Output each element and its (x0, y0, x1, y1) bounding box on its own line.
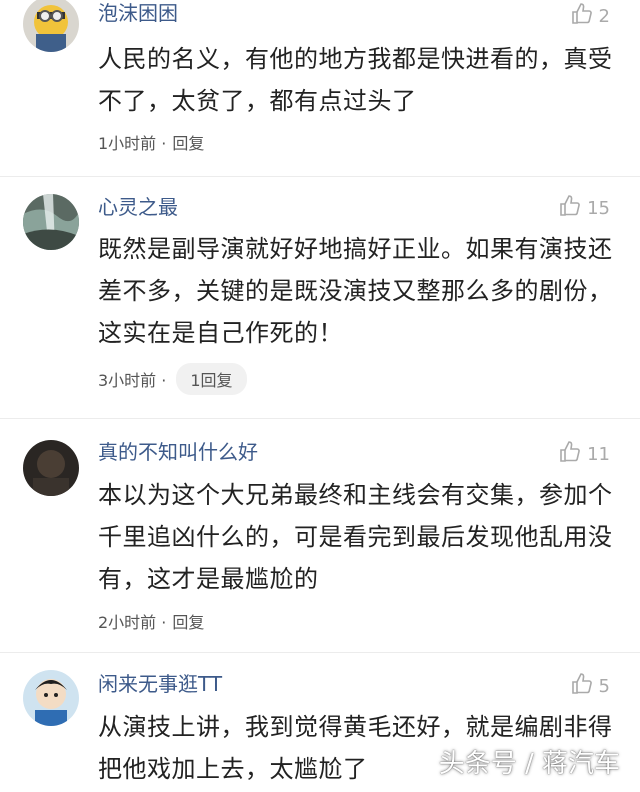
like-button[interactable]: 5 (570, 672, 610, 701)
comment-text: 本以为这个大兄弟最终和主线会有交集，参加个千里追凶什么的，可是看完到最后发现他乱… (98, 481, 613, 593)
like-count: 5 (598, 676, 610, 697)
reply-count-button[interactable]: 1回复 (176, 363, 247, 395)
comment-text: 人民的名义，有他的地方我都是快进看的，真受不了，太贫了，都有点过头了 (98, 45, 613, 115)
thumbs-up-icon (570, 672, 594, 701)
like-count: 11 (587, 444, 610, 465)
comment-meta: 1小时前 · 回复 (98, 127, 204, 157)
comment-time: 3小时前 · (98, 371, 167, 390)
comment-username[interactable]: 心灵之最 (98, 194, 178, 220)
watermark: 头条号 / 蒋汽车 (438, 749, 620, 779)
like-count: 2 (598, 6, 610, 27)
comment-username[interactable]: 真的不知叫什么好 (98, 439, 258, 465)
thumbs-up-icon (570, 2, 594, 31)
like-button[interactable]: 15 (558, 194, 610, 223)
comment-time: 2小时前 · (98, 613, 167, 632)
reply-button[interactable]: 回复 (172, 130, 204, 154)
like-count: 15 (587, 198, 610, 219)
avatar[interactable] (23, 194, 79, 250)
like-button[interactable]: 2 (570, 2, 610, 31)
divider (0, 652, 640, 653)
avatar[interactable] (23, 670, 79, 726)
like-button[interactable]: 11 (558, 440, 610, 469)
comment-meta: 3小时前 · 1回复 (98, 363, 247, 395)
avatar[interactable] (23, 0, 79, 52)
reply-button[interactable]: 回复 (172, 609, 204, 633)
thumbs-up-icon (558, 194, 582, 223)
avatar[interactable] (23, 440, 79, 496)
thumbs-up-icon (558, 440, 582, 469)
comment-meta: 2小时前 · 回复 (98, 606, 204, 636)
divider (0, 176, 640, 177)
divider (0, 418, 640, 419)
comment-text: 既然是副导演就好好地搞好正业。如果有演技还差不多，关键的是既没演技又整那么多的剧… (98, 235, 613, 347)
comment-time: 1小时前 · (98, 134, 167, 153)
comment-username[interactable]: 泡沫困困 (98, 0, 178, 26)
comment-username[interactable]: 闲来无事逛TT (98, 671, 222, 697)
